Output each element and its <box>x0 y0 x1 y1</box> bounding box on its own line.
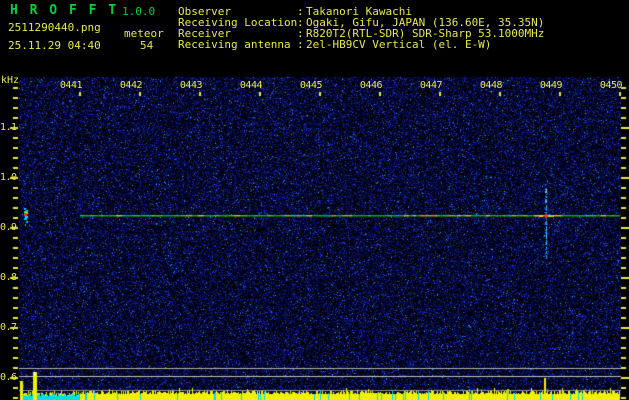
freq-tick-label: 0.8 <box>0 272 17 283</box>
time-tick-label: 0445 <box>299 80 323 91</box>
time-tick-label: 0442 <box>119 80 143 91</box>
time-tick-label: 0447 <box>419 80 443 91</box>
freq-tick-label: 0.9 <box>0 222 17 233</box>
freq-tick-label: 1.1 <box>0 122 17 133</box>
time-tick-label: 0444 <box>239 80 263 91</box>
freq-tick-label: 0.6 <box>0 372 17 383</box>
hrofft-spectrogram-screenshot: H R O F F T 1.0.0 2511290440.png meteor … <box>0 0 629 400</box>
info-row: Receiving antenna:2el-HB9CV Vertical (el… <box>178 39 544 50</box>
echo-count: 54 <box>140 39 154 52</box>
spectrogram-canvas <box>0 0 629 400</box>
output-filename: 2511290440.png <box>8 21 101 34</box>
app-version: 1.0.0 <box>122 5 156 18</box>
info-value: 2el-HB9CV Vertical (el. E-W) <box>306 38 492 51</box>
time-tick-label: 0441 <box>59 80 83 91</box>
info-colon: : <box>297 38 304 51</box>
freq-axis-unit-label: kHz <box>1 75 20 86</box>
observation-datetime: 25.11.29 04:40 <box>8 39 101 52</box>
time-tick-label: 0443 <box>179 80 203 91</box>
freq-tick-label: 1.0 <box>0 172 17 183</box>
info-label: Receiving antenna <box>178 38 291 51</box>
time-tick-label: 0446 <box>359 80 383 91</box>
app-title: H R O F F T <box>10 3 119 18</box>
time-tick-label: 0450 <box>599 80 623 91</box>
time-tick-label: 0448 <box>479 80 503 91</box>
freq-tick-label: 0.7 <box>0 322 17 333</box>
time-tick-label: 0449 <box>539 80 563 91</box>
station-info-block: Observer: Takanori Kawachi Receiving Locat… <box>178 6 544 50</box>
